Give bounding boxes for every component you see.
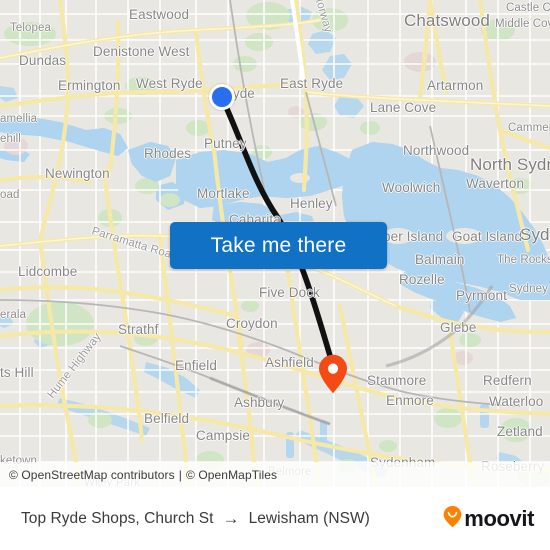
attribution-separator: | — [178, 467, 182, 482]
attribution-tiles[interactable]: © OpenMapTiles — [186, 468, 277, 482]
attribution-osm[interactable]: © OpenStreetMap contributors — [9, 468, 175, 482]
take-me-there-button[interactable]: Take me there — [170, 222, 387, 269]
map-attribution: © OpenStreetMap contributors | © OpenMap… — [0, 462, 550, 487]
footer-bar: Top Ryde Shops, Church St → Lewisham (NS… — [0, 487, 550, 550]
route-destination-label: Lewisham (NSW) — [248, 509, 370, 527]
route-origin-label: Top Ryde Shops, Church St — [21, 509, 214, 527]
moovit-wordmark: moovit — [464, 505, 534, 531]
moovit-pin-icon — [443, 505, 462, 533]
map-canvas[interactable]: EastwoodTelopeaChatswoodCastle CoMiddle … — [0, 0, 550, 487]
moovit-route-screenshot: EastwoodTelopeaChatswoodCastle CoMiddle … — [0, 0, 550, 550]
route-summary: Top Ryde Shops, Church St → Lewisham (NS… — [21, 510, 370, 528]
moovit-logo[interactable]: moovit — [443, 505, 534, 533]
origin-dot[interactable] — [209, 84, 235, 110]
arrow-right-icon: → — [222, 509, 240, 528]
destination-pin[interactable] — [318, 354, 348, 394]
